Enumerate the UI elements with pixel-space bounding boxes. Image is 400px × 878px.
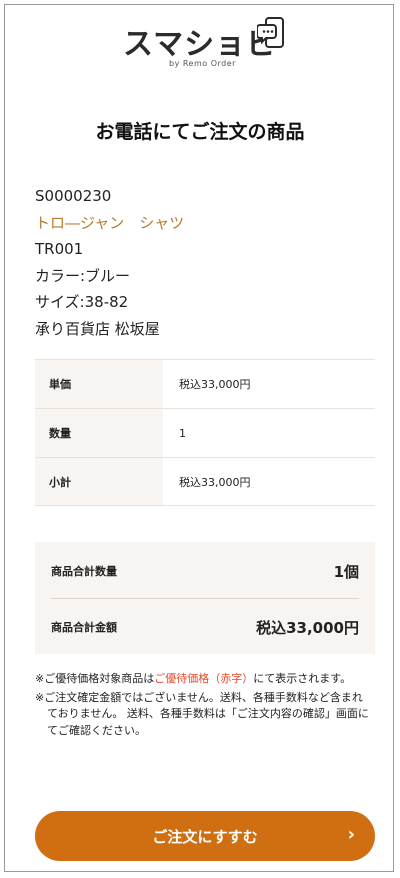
unit-price-value: 税込33,000円	[179, 378, 251, 391]
subtotal-value: 税込33,000円	[179, 475, 251, 489]
table-row: 数量 1	[35, 408, 375, 457]
note-text: にて表示されます。	[253, 672, 352, 685]
subtotal-label: 小計	[35, 458, 163, 505]
app-logo: スマショピ by Remo Order	[5, 15, 395, 75]
price-table: 単価 税込33,000円 数量 1 小計 税込33,000円	[35, 359, 375, 506]
product-code: S0000230	[35, 187, 112, 205]
button-label: ご注文にすすむ	[152, 827, 258, 846]
note-shipping: ※ご注文確定金額ではございません。送料、各種手数料など含まれておりません。 送料…	[35, 690, 369, 737]
quantity-label: 数量	[35, 409, 163, 457]
total-amount-row: 商品合計金額 税込33,000円	[51, 612, 359, 642]
product-info: S0000230 トロ―ジャン シャツ TR001 カラー:ブルー サイズ:38…	[35, 183, 184, 342]
quantity-value: 1	[179, 426, 186, 440]
summary-divider	[51, 598, 359, 599]
total-quantity-label: 商品合計数量	[51, 565, 117, 578]
page-frame: スマショピ by Remo Order お電話にてご注文の商品 S0000230…	[4, 4, 394, 872]
chat-phone-icon	[257, 17, 284, 48]
order-summary: 商品合計数量 1個 商品合計金額 税込33,000円	[35, 542, 375, 654]
product-color: カラー:ブルー	[35, 266, 131, 285]
product-sku: TR001	[35, 240, 84, 258]
total-amount-label: 商品合計金額	[51, 621, 117, 634]
unit-price-label: 単価	[35, 360, 163, 408]
total-amount-value: 税込33,000円	[256, 618, 359, 637]
chevron-right-icon: ›	[347, 824, 355, 845]
note-text: ※ご優待価格対象商品は	[35, 672, 155, 685]
note-highlight: ご優待価格（赤字）	[154, 672, 254, 685]
total-quantity-row: 商品合計数量 1個	[51, 556, 359, 586]
product-store: 承り百貨店 松坂屋	[35, 319, 160, 338]
note-discount: ※ご優待価格対象商品はご優待価格（赤字）にて表示されます。	[35, 671, 370, 688]
table-row: 小計 税込33,000円	[35, 457, 375, 506]
logo-subtitle: by Remo Order	[169, 59, 236, 68]
proceed-to-order-button[interactable]: ご注文にすすむ ›	[35, 811, 375, 861]
notes: ※ご優待価格対象商品はご優待価格（赤字）にて表示されます。 ※ご注文確定金額では…	[35, 671, 370, 741]
page-title: お電話にてご注文の商品	[95, 121, 305, 143]
total-quantity-value: 1個	[333, 562, 359, 581]
table-row: 単価 税込33,000円	[35, 359, 375, 408]
product-name: トロ―ジャン シャツ	[35, 213, 185, 232]
product-size: サイズ:38-82	[35, 293, 129, 311]
logo-text: スマショピ	[123, 27, 278, 62]
